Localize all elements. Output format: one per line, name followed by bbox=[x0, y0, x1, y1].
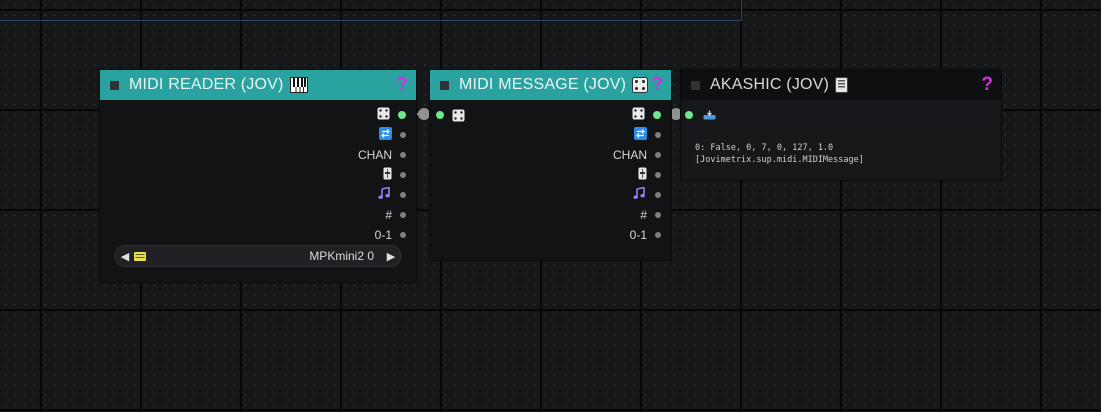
help-button[interactable]: ? bbox=[396, 74, 408, 96]
output-control[interactable] bbox=[383, 165, 406, 185]
output-value[interactable]: # bbox=[640, 205, 661, 225]
preview-text: 0: False, 0, 7, 0, 127, 1.0 [Jovimetrix.… bbox=[693, 138, 991, 170]
next-arrow[interactable]: ▶ bbox=[382, 250, 400, 263]
input-slot[interactable] bbox=[685, 111, 693, 119]
selection-line-vertical bbox=[741, 0, 742, 21]
output-midi[interactable] bbox=[377, 105, 406, 125]
output-slot[interactable] bbox=[400, 132, 406, 138]
output-slot[interactable] bbox=[655, 192, 661, 198]
output-label: # bbox=[385, 208, 392, 222]
output-note[interactable] bbox=[633, 185, 661, 205]
book-icon bbox=[835, 77, 849, 93]
dice-icon bbox=[632, 107, 645, 123]
preview-line: [Jovimetrix.sup.midi.MIDIMessage] bbox=[695, 155, 864, 165]
akashic-node[interactable]: AKASHIC (JOV) ? 0: False, 0, 7, 0, 127, … bbox=[681, 70, 1001, 180]
output-normalized[interactable]: 0-1 bbox=[375, 225, 406, 245]
midi-reader-node[interactable]: MIDI READER (JOV) ? CHAN # 0-1 ◀ MPKmini… bbox=[100, 70, 416, 282]
output-label: CHAN bbox=[357, 148, 392, 162]
output-slot[interactable] bbox=[400, 152, 406, 158]
node-title: MIDI MESSAGE (JOV) bbox=[459, 76, 627, 93]
output-label: 0-1 bbox=[629, 228, 647, 242]
swap-icon bbox=[379, 127, 392, 143]
collapse-toggle[interactable] bbox=[691, 80, 700, 90]
output-slot[interactable] bbox=[655, 172, 661, 178]
output-slot[interactable] bbox=[655, 232, 661, 238]
output-label: CHAN bbox=[612, 148, 647, 162]
prev-arrow[interactable]: ◀ bbox=[116, 250, 134, 263]
node-title: AKASHIC (JOV) bbox=[710, 76, 830, 93]
music-note-icon bbox=[633, 186, 647, 203]
midi-message-header[interactable]: MIDI MESSAGE (JOV) ? bbox=[430, 70, 671, 100]
keyboard-icon bbox=[134, 251, 146, 261]
output-label: 0-1 bbox=[374, 228, 392, 242]
collapse-toggle[interactable] bbox=[110, 80, 119, 90]
fader-icon bbox=[638, 167, 647, 183]
output-slot[interactable] bbox=[653, 111, 661, 119]
input-midi[interactable] bbox=[436, 105, 465, 125]
output-midi[interactable] bbox=[632, 105, 661, 125]
output-slot[interactable] bbox=[398, 111, 406, 119]
piano-icon bbox=[289, 77, 308, 93]
dice-icon bbox=[632, 77, 649, 93]
output-label: # bbox=[640, 208, 647, 222]
output-slot[interactable] bbox=[400, 172, 406, 178]
preview-line: 0: False, 0, 7, 0, 127, 1.0 bbox=[695, 143, 834, 153]
input-slot[interactable] bbox=[436, 111, 444, 119]
midi-message-node[interactable]: MIDI MESSAGE (JOV) ? CHAN # 0-1 bbox=[430, 70, 671, 260]
selection-line bbox=[0, 20, 742, 21]
output-slot[interactable] bbox=[400, 212, 406, 218]
output-chan[interactable]: CHAN bbox=[613, 145, 661, 165]
output-slot[interactable] bbox=[655, 132, 661, 138]
output-on[interactable] bbox=[634, 125, 661, 145]
reroute-dot-1[interactable] bbox=[418, 108, 430, 120]
output-slot[interactable] bbox=[655, 212, 661, 218]
help-button[interactable]: ? bbox=[651, 74, 663, 96]
help-button[interactable]: ? bbox=[981, 74, 993, 96]
input-any[interactable] bbox=[685, 105, 716, 125]
fader-icon bbox=[383, 167, 392, 183]
akashic-header[interactable]: AKASHIC (JOV) ? bbox=[681, 70, 1001, 100]
output-chan[interactable]: CHAN bbox=[358, 145, 406, 165]
output-on[interactable] bbox=[379, 125, 406, 145]
output-slot[interactable] bbox=[400, 192, 406, 198]
dice-icon bbox=[377, 107, 390, 123]
output-slot[interactable] bbox=[655, 152, 661, 158]
music-note-icon bbox=[378, 186, 392, 203]
device-value: MPKmini2 0 bbox=[309, 249, 374, 263]
output-value[interactable]: # bbox=[385, 205, 406, 225]
output-normalized[interactable]: 0-1 bbox=[630, 225, 661, 245]
midi-reader-header[interactable]: MIDI READER (JOV) ? bbox=[100, 70, 416, 100]
collapse-toggle[interactable] bbox=[440, 80, 449, 90]
node-title: MIDI READER (JOV) bbox=[129, 76, 284, 93]
dice-icon bbox=[452, 109, 465, 122]
output-control[interactable] bbox=[638, 165, 661, 185]
output-slot[interactable] bbox=[400, 232, 406, 238]
device-selector[interactable]: ◀ MPKmini2 0 ▶ bbox=[115, 245, 401, 267]
output-note[interactable] bbox=[378, 185, 406, 205]
inbox-icon bbox=[703, 110, 716, 120]
swap-icon bbox=[634, 127, 647, 143]
